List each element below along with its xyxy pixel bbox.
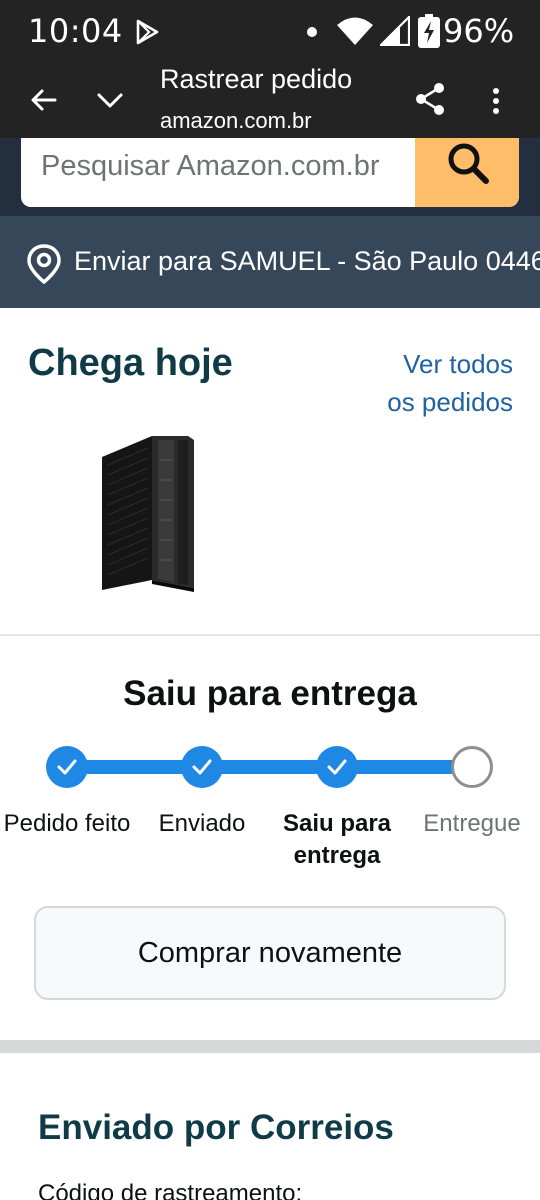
delivery-location-bar[interactable]: Enviar para SAMUEL - São Paulo 04461	[0, 216, 540, 308]
tracking-code-label: Código de rastreamento:	[38, 1180, 303, 1200]
status-time: 10:04	[28, 12, 123, 50]
search-button[interactable]	[415, 138, 519, 207]
carrier-heading: Enviado por Correios	[38, 1108, 394, 1147]
step-dot-delivered	[451, 746, 493, 788]
step-dot-ordered	[46, 746, 88, 788]
shipment-status-heading: Saiu para entrega	[123, 674, 417, 713]
search-input[interactable]	[41, 138, 421, 188]
check-icon	[57, 759, 77, 775]
check-icon	[192, 759, 212, 775]
delivery-address: Enviar para SAMUEL - São Paulo 04461	[74, 246, 540, 276]
status-bar: 10:04 96%	[0, 0, 540, 64]
buy-again-button[interactable]: Comprar novamente	[34, 906, 506, 1000]
more-options-icon[interactable]	[484, 84, 508, 118]
back-arrow-icon[interactable]	[28, 84, 60, 116]
search-icon	[448, 143, 489, 184]
step-label-shipped: Enviado	[158, 810, 246, 837]
step-label-delivered: Entregue	[423, 810, 521, 837]
chevron-down-icon[interactable]	[94, 84, 126, 116]
section-divider	[0, 634, 540, 636]
step-dot-shipped	[181, 746, 223, 788]
browser-toolbar: Rastrear pedido amazon.com.br	[0, 64, 540, 138]
step-dot-out-for-delivery	[316, 746, 358, 788]
cell-signal-icon	[380, 16, 410, 46]
view-all-orders-link[interactable]: Ver todos os pedidos	[370, 345, 513, 421]
location-pin-icon	[27, 244, 61, 284]
step-label-ordered: Pedido feito	[3, 810, 131, 837]
page-url: amazon.com.br	[160, 108, 312, 133]
wifi-icon	[337, 17, 373, 45]
arrival-heading: Chega hoje	[28, 342, 233, 384]
step-label-out-for-delivery: Saiu para entrega	[282, 810, 392, 869]
share-icon[interactable]	[413, 82, 447, 116]
battery-percentage: 96%	[443, 12, 515, 50]
search-header	[0, 138, 540, 216]
notification-dot-icon	[307, 27, 317, 37]
play-store-icon	[136, 19, 159, 45]
product-image[interactable]	[96, 430, 206, 595]
section-divider-thick	[0, 1040, 540, 1053]
check-icon	[327, 759, 347, 775]
search-box	[21, 138, 519, 207]
battery-charging-icon	[418, 14, 440, 48]
page-title: Rastrear pedido	[160, 64, 353, 94]
progress-track	[68, 760, 472, 774]
